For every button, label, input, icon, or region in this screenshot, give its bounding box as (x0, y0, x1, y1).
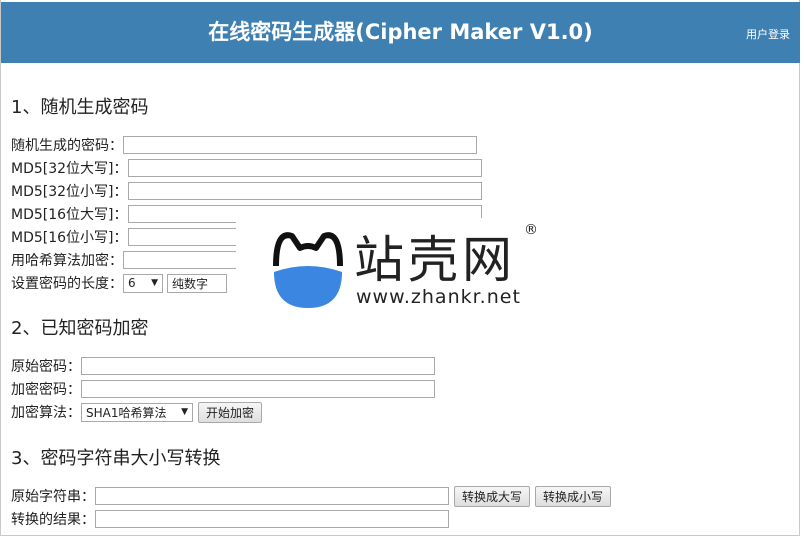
to-upper-button[interactable]: 转换成大写 (454, 485, 531, 507)
md5-32-upper-row: MD5[32位大写]： (11, 157, 482, 179)
md5-32-upper-field[interactable] (127, 159, 482, 177)
algorithm-select-value: SHA1哈希算法 (86, 405, 167, 420)
app-header: 在线密码生成器(Cipher Maker V1.0) 用户登录 (1, 2, 800, 63)
watermark-url: www.zhankr.net (356, 286, 521, 308)
source-string-row: 原始字符串： 转换成大写 转换成小写 (11, 485, 612, 507)
length-row: 设置密码的长度： 6 ▼ 纯数字 (11, 272, 227, 294)
section-random-title: 1、随机生成密码 (11, 97, 149, 118)
encrypted-password-label: 加密密码： (11, 382, 81, 398)
original-password-field[interactable] (81, 357, 435, 375)
result-row: 转换的结果： (11, 508, 449, 530)
source-string-field[interactable] (95, 487, 449, 505)
section-encrypt-title: 2、已知密码加密 (11, 318, 149, 339)
encrypted-password-row: 加密密码： (11, 378, 435, 400)
length-select-value: 6 (128, 276, 136, 290)
registered-mark: ® (524, 222, 538, 238)
hash-label: 用哈希算法加密： (11, 253, 123, 269)
random-password-field[interactable] (123, 136, 477, 154)
login-link[interactable]: 用户登录 (746, 26, 790, 42)
random-password-label: 随机生成的密码： (11, 138, 123, 154)
md5-32-lower-row: MD5[32位小写]： (11, 180, 482, 202)
original-password-row: 原始密码： (11, 355, 435, 377)
md5-32-lower-field[interactable] (127, 182, 482, 200)
length-select[interactable]: 6 ▼ (123, 273, 163, 293)
chevron-down-icon: ▼ (181, 407, 188, 417)
start-encrypt-button[interactable]: 开始加密 (198, 401, 263, 423)
algorithm-row: 加密算法： SHA1哈希算法 ▼ 开始加密 (11, 401, 263, 423)
md5-16-upper-label: MD5[16位大写]： (11, 207, 128, 223)
length-label: 设置密码的长度： (11, 276, 123, 292)
to-lower-button[interactable]: 转换成小写 (535, 485, 612, 507)
encrypted-password-field[interactable] (81, 380, 435, 398)
md5-16-lower-label: MD5[16位小写]： (11, 230, 128, 246)
source-string-label: 原始字符串： (11, 489, 95, 505)
algorithm-label: 加密算法： (11, 405, 81, 421)
result-field[interactable] (95, 510, 449, 528)
type-select-value: 纯数字 (172, 276, 209, 291)
logo-cat-icon (273, 232, 343, 308)
page-title: 在线密码生成器(Cipher Maker V1.0) (208, 20, 593, 44)
result-label: 转换的结果： (11, 512, 95, 528)
algorithm-select[interactable]: SHA1哈希算法 ▼ (81, 402, 193, 422)
section-case-title: 3、密码字符串大小写转换 (11, 448, 221, 469)
random-password-row: 随机生成的密码： (11, 134, 477, 156)
watermark: 站壳网 ® www.zhankr.net (236, 218, 556, 318)
chevron-down-icon: ▼ (151, 278, 158, 288)
type-select[interactable]: 纯数字 (167, 273, 227, 293)
md5-32-upper-label: MD5[32位大写]： (11, 161, 128, 177)
watermark-brand: 站壳网 (354, 231, 516, 289)
md5-32-lower-label: MD5[32位小写]： (11, 184, 128, 200)
original-password-label: 原始密码： (11, 359, 81, 375)
